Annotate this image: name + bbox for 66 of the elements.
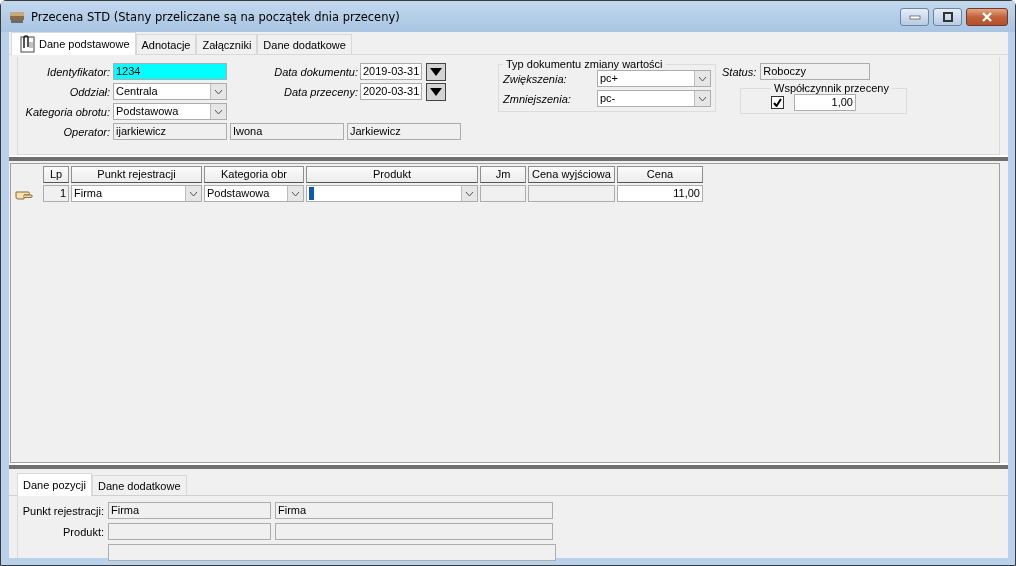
date-field[interactable]: 2019-03-31 — [360, 63, 422, 80]
tab[interactable]: Dane dodatkowe — [257, 34, 352, 54]
field-label: Punkt rejestracji: — [21, 504, 104, 517]
window-title: Przecena STD (Stany przeliczane są na początek dnia przeceny) — [31, 9, 400, 24]
field-label: Kategoria obrotu: — [24, 105, 110, 118]
table-cell — [480, 185, 526, 202]
calendar-button[interactable] — [426, 62, 446, 81]
input-field[interactable]: 1234 — [113, 63, 227, 80]
column-header[interactable]: Punkt rejestracji — [71, 166, 202, 183]
column-header[interactable]: Lp — [43, 166, 69, 183]
field-label: Oddział: — [68, 85, 110, 98]
column-header[interactable]: Kategoria obr — [204, 166, 304, 183]
readonly-field: Firma — [108, 502, 271, 519]
chevron-icon — [698, 95, 707, 102]
dropdown[interactable]: Centrala — [113, 83, 227, 100]
checkmark-icon — [773, 98, 782, 107]
date-field[interactable]: 2020-03-31 — [360, 83, 422, 100]
product-dropdown[interactable] — [306, 185, 478, 202]
factor-field[interactable]: 1,00 — [794, 94, 856, 111]
price-field[interactable]: 11,00 — [617, 185, 703, 202]
dropdown[interactable]: Podstawowa — [204, 185, 304, 202]
field-label: Produkt: — [62, 525, 104, 538]
readonly-field: ijarkiewicz — [113, 123, 227, 140]
field-label: Zmniejszenia: — [503, 92, 572, 105]
tab[interactable]: Dane pozycji — [17, 473, 92, 496]
triangle-down-icon — [430, 67, 442, 76]
field-label: Data dokumentu: — [273, 65, 358, 78]
chevron-icon — [698, 75, 707, 82]
chevron-icon — [291, 190, 300, 197]
readonly-field: Jarkiewicz — [347, 123, 461, 140]
table-cell: 1 — [43, 185, 69, 202]
tab[interactable]: Załączniki — [196, 34, 258, 54]
maximize-button[interactable] — [933, 7, 962, 26]
tab[interactable]: Dane dodatkowe — [92, 475, 187, 495]
readonly-field: Iwona — [230, 123, 344, 140]
chevron-icon — [189, 190, 198, 197]
dropdown[interactable]: Firma — [71, 185, 202, 202]
minimize-icon — [908, 13, 921, 20]
close-button[interactable] — [966, 7, 1008, 26]
readonly-field: Firma — [275, 502, 553, 519]
group-title: Współczynnik przeceny — [773, 82, 890, 94]
group-title: Typ dokumentu zmiany wartości — [505, 58, 664, 70]
column-header[interactable]: Cena — [617, 166, 703, 183]
dropdown[interactable]: pc- — [597, 90, 711, 107]
restore-icon — [941, 11, 954, 22]
tab[interactable]: Adnotacje — [135, 34, 197, 54]
column-header[interactable]: Jm — [480, 166, 526, 183]
dropdown[interactable]: Podstawowa — [113, 103, 227, 120]
chevron-icon — [465, 190, 474, 197]
chevron-icon — [214, 88, 223, 95]
field-label: Operator: — [62, 125, 110, 138]
chevron-icon — [214, 108, 223, 115]
column-header[interactable]: Cena wyjściowa — [528, 166, 615, 183]
dropdown[interactable]: pc+ — [597, 70, 711, 87]
paperclip-document-icon — [17, 34, 37, 54]
calendar-button[interactable] — [426, 82, 446, 101]
triangle-down-icon — [430, 87, 442, 96]
checkbox[interactable] — [771, 96, 784, 109]
field-label: Data przeceny: — [283, 85, 358, 98]
tab[interactable]: Dane podstawowe — [11, 32, 136, 55]
field-label: Zwiększenia: — [503, 72, 568, 85]
column-header[interactable]: Produkt — [306, 166, 478, 183]
status-field: Roboczy — [760, 63, 871, 80]
field-label: Status: — [722, 65, 757, 78]
close-icon — [980, 11, 994, 22]
field-label: Identyfikator: — [46, 65, 110, 78]
